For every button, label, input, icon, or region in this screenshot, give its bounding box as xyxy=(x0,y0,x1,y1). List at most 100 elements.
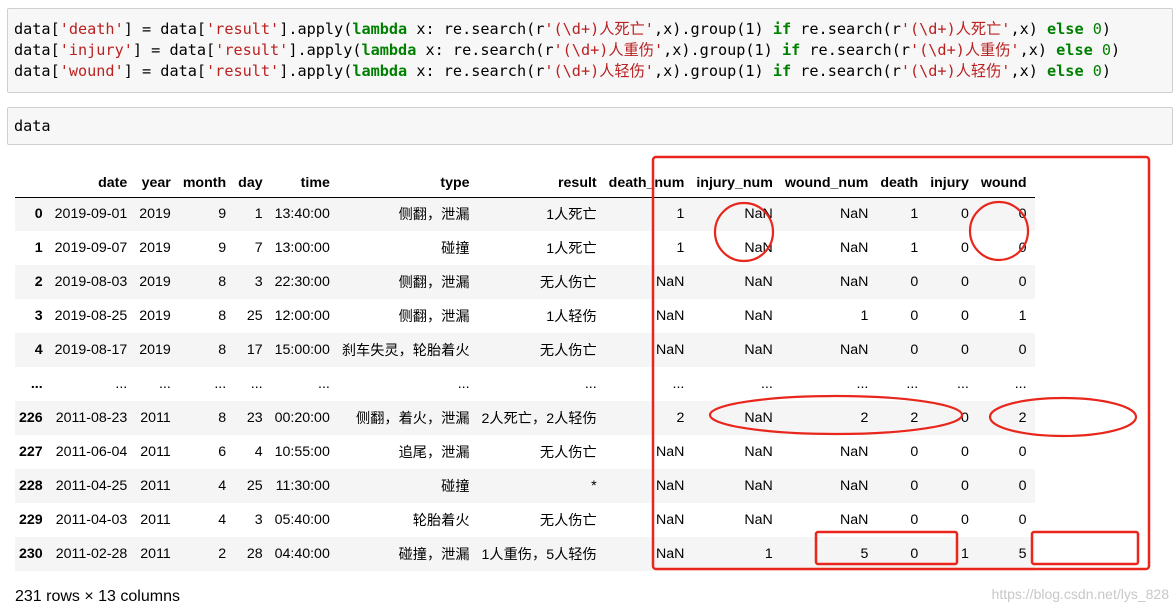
table-cell: 0 xyxy=(910,308,919,324)
table-row: 226 2011-08-23 2011 8 23 00:20:00 侧翻，着火，泄漏 2人死亡… xyxy=(15,401,1035,435)
table-cell: 2019 xyxy=(139,240,171,256)
table-cell: NaN xyxy=(655,342,685,358)
code-string: 'death' xyxy=(59,20,124,38)
code-string: 'result' xyxy=(206,20,280,38)
table-cell: ... xyxy=(214,376,227,392)
row-index: 228 xyxy=(19,478,43,494)
table-cell: 侧翻，着火，泄漏 xyxy=(356,411,470,427)
table-cell: 1 xyxy=(254,206,263,223)
table-cell: 7 xyxy=(254,240,263,256)
annotation-rect-row230-counts xyxy=(1030,530,1140,566)
table-cell: 23 xyxy=(246,410,263,426)
table-cell: 2011-04-03 xyxy=(55,512,128,528)
table-cell: NaN xyxy=(839,206,869,223)
table-row: 3 2019-08-25 2019 8 25 12:00:00 侧翻，泄漏 1人轻伤 NaN Na… xyxy=(15,299,1035,333)
table-cell: ... xyxy=(760,376,773,392)
table-cell: NaN xyxy=(744,342,773,358)
input-code[interactable]: data xyxy=(14,116,51,137)
table-row: 230 2011-02-28 2011 2 28 04:40:00 碰撞，泄漏 1人重伤，5人… xyxy=(15,537,1035,571)
code-line: data['wound'] = data['result'].apply(lam… xyxy=(14,61,1120,82)
code-keyword: if xyxy=(772,62,792,80)
table-cell: NaN xyxy=(839,444,869,460)
table-cell: 0 xyxy=(910,512,919,528)
table-cell: 2 xyxy=(910,410,919,426)
table-cell: 13:40:00 xyxy=(274,206,330,223)
table-cell: 2011 xyxy=(140,410,171,426)
table-cell: 2011 xyxy=(140,512,171,528)
table-cell: 2 xyxy=(860,410,869,426)
table-cell: 1 xyxy=(960,546,969,562)
column-header: year xyxy=(135,165,179,198)
code-string: 'injury' xyxy=(59,41,133,59)
table-cell: 8 xyxy=(218,274,227,290)
table-cell: 12:00:00 xyxy=(274,308,330,324)
table-cell: 碰撞 xyxy=(441,241,470,257)
input-cell[interactable]: data xyxy=(7,107,1173,145)
table-cell: 0 xyxy=(960,206,969,223)
table-cell: ... xyxy=(906,376,919,392)
table-cell: 0 xyxy=(960,274,969,290)
code-text: re.search(r xyxy=(791,20,901,38)
table-cell: 2019 xyxy=(139,342,171,358)
code-text: ] = data[ xyxy=(123,62,207,80)
table-cell: 2011-08-23 xyxy=(55,410,128,426)
table-cell: 0 xyxy=(1018,342,1027,358)
table-cell: 8 xyxy=(218,410,227,426)
table-cell: NaN xyxy=(839,274,869,290)
table-cell: 0 xyxy=(910,478,919,494)
table-cell: 碰撞，泄漏 xyxy=(398,547,470,563)
code-text: ,x) xyxy=(1010,62,1048,80)
code-text: ,x).group(1) xyxy=(653,20,773,38)
table-cell: NaN xyxy=(744,206,773,223)
row-index: 227 xyxy=(19,444,43,460)
table-cell: 1 xyxy=(910,206,919,223)
table-cell: 0 xyxy=(910,342,919,358)
table-cell: 4 xyxy=(218,478,227,494)
table-cell: 15:00:00 xyxy=(274,342,330,358)
table-cell: ... xyxy=(158,376,171,392)
table-row: 2 2019-08-03 2019 8 3 22:30:00 侧翻，泄漏 无人伤亡 NaN NaN… xyxy=(15,265,1035,299)
column-header: death_num xyxy=(604,165,693,198)
code-text: ,x).group(1) xyxy=(653,62,773,80)
table-cell: 04:40:00 xyxy=(274,546,330,562)
code-keyword: lambda xyxy=(361,41,417,59)
table-cell: 2019 xyxy=(139,308,171,324)
table-cell: 8 xyxy=(218,308,227,324)
code-string: '(\d+)人死亡' xyxy=(544,20,654,38)
table-cell: 无人伤亡 xyxy=(539,513,597,529)
table-cell: 9 xyxy=(218,240,227,256)
table-cell: 0 xyxy=(1018,240,1027,256)
table-cell: 0 xyxy=(1018,274,1027,290)
code-text: ) xyxy=(1111,41,1121,59)
table-row: 1 2019-09-07 2019 9 7 13:00:00 碰撞 1人死亡 1 NaN NaN 1 0… xyxy=(15,231,1035,265)
table-cell: 2019 xyxy=(139,206,171,223)
column-header: day xyxy=(234,165,271,198)
table-cell: 刹车失灵，轮胎着火 xyxy=(341,343,470,359)
table-cell: NaN xyxy=(655,274,685,290)
table-cell: 05:40:00 xyxy=(274,512,330,528)
code-string: 'wound' xyxy=(59,62,124,80)
table-cell: 2 xyxy=(676,410,685,426)
table-cell: 侧翻，泄漏 xyxy=(398,207,470,224)
code-keyword: else xyxy=(1047,20,1084,38)
code-text: re.search(r xyxy=(800,41,910,59)
code-keyword: else xyxy=(1047,62,1084,80)
table-cell: NaN xyxy=(655,308,685,324)
code-editor[interactable]: data['death'] = data['result'].apply(lam… xyxy=(14,19,1120,82)
table-cell: 17 xyxy=(246,342,263,358)
code-string: '(\d+)人轻伤' xyxy=(900,62,1011,80)
code-cell[interactable]: data['death'] = data['result'].apply(lam… xyxy=(7,8,1173,93)
table-cell: 0 xyxy=(960,308,969,324)
table-cell: NaN xyxy=(839,512,869,528)
table-cell: 0 xyxy=(960,410,969,426)
table-cell: 轮胎着火 xyxy=(412,513,470,529)
table-cell: 2019-09-01 xyxy=(54,206,128,223)
code-text: ) xyxy=(1101,20,1112,38)
row-index: 230 xyxy=(19,546,43,562)
table-cell: NaN xyxy=(655,546,685,562)
table-cell: 2011 xyxy=(140,478,171,494)
table-cell: NaN xyxy=(744,410,773,426)
code-text: ,x) xyxy=(1019,41,1057,59)
row-index: 1 xyxy=(34,240,43,256)
